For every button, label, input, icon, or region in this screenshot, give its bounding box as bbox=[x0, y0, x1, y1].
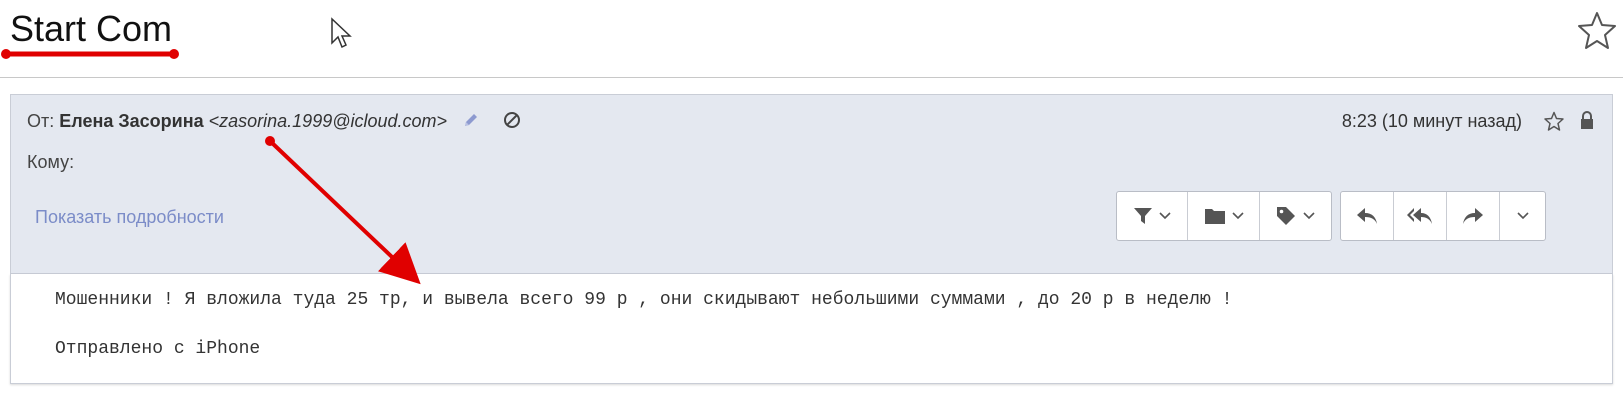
email-subject: Start Com bbox=[10, 8, 173, 49]
reply-actions-group bbox=[1340, 191, 1546, 241]
from-line: От: Елена Засорина <zasorina.1999@icloud… bbox=[27, 111, 521, 132]
lock-icon bbox=[1581, 111, 1593, 129]
more-actions-button[interactable] bbox=[1500, 192, 1545, 240]
mouse-cursor-icon bbox=[331, 17, 352, 49]
message-body: Мошенники ! Я вложила туда 25 тр, и выве… bbox=[10, 274, 1613, 384]
move-to-folder-button[interactable] bbox=[1188, 192, 1260, 240]
star-icon[interactable] bbox=[1577, 10, 1617, 50]
reply-all-button[interactable] bbox=[1394, 192, 1447, 240]
pencil-icon[interactable] bbox=[462, 111, 480, 129]
message-actions-group bbox=[1116, 191, 1332, 241]
forward-icon bbox=[1463, 208, 1483, 224]
reply-icon bbox=[1357, 208, 1377, 224]
filter-button[interactable] bbox=[1117, 192, 1189, 240]
filter-icon bbox=[1134, 208, 1153, 224]
star-icon[interactable] bbox=[1544, 111, 1564, 131]
underline-annotation bbox=[1, 49, 179, 59]
tag-icon bbox=[1277, 207, 1296, 225]
reply-all-icon bbox=[1407, 208, 1432, 224]
sender-email[interactable]: <zasorina.1999@icloud.com> bbox=[209, 111, 447, 131]
block-sender-icon[interactable] bbox=[503, 111, 521, 129]
forward-button[interactable] bbox=[1447, 192, 1500, 240]
folder-icon bbox=[1204, 209, 1225, 224]
divider bbox=[0, 77, 1623, 78]
message-text-line: Мошенники ! Я вложила туда 25 тр, и выве… bbox=[55, 290, 1233, 310]
from-label: От: bbox=[27, 111, 55, 131]
reply-button[interactable] bbox=[1341, 192, 1394, 240]
message-datetime: 8:23 (10 минут назад) bbox=[1341, 111, 1522, 131]
to-label: Кому: bbox=[27, 152, 75, 172]
chevron-down-icon bbox=[1231, 212, 1244, 220]
chevron-down-icon bbox=[1159, 212, 1171, 220]
show-details-link[interactable]: Показать подробности bbox=[35, 207, 224, 228]
message-signature: Отправлено с iPhone bbox=[55, 339, 261, 359]
sender-name[interactable]: Елена Засорина bbox=[59, 111, 203, 131]
message-header: От: Елена Засорина <zasorina.1999@icloud… bbox=[10, 94, 1613, 274]
chevron-down-icon bbox=[1303, 212, 1315, 220]
label-button[interactable] bbox=[1260, 192, 1331, 240]
chevron-down-icon bbox=[1516, 212, 1529, 220]
